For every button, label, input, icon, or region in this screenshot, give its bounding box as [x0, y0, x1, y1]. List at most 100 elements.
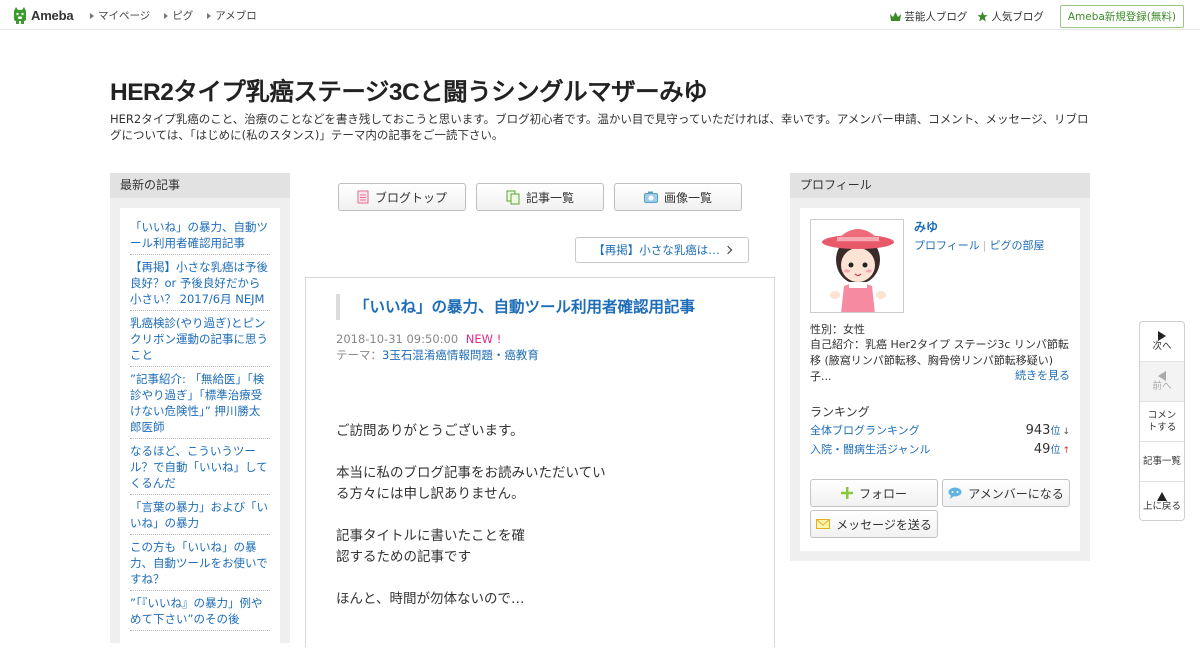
link-separator: | — [982, 239, 987, 252]
celebrity-blog-link[interactable]: 芸能人ブログ — [890, 9, 967, 24]
profile-gender: 性別：女性 — [810, 323, 865, 336]
profile-name[interactable]: みゆ — [914, 218, 938, 235]
copy-icon — [506, 190, 520, 204]
recent-post-link[interactable]: 「いいね」の暴力、自動ツール利用者確認用記事 — [130, 215, 270, 255]
ranking-label[interactable]: 入院・闘病生活ジャンル — [810, 441, 930, 457]
triangle-up-icon — [1157, 491, 1167, 501]
article-paragraph: 本当に私のブログ記事をお読みいただいている方々には申し訳ありません。 — [336, 465, 606, 502]
next-button[interactable]: 次へ — [1140, 322, 1184, 362]
recent-post-link[interactable]: なるほど、こういうツール？で自動「いいね」してくるんだ — [130, 439, 270, 495]
camera-icon — [643, 191, 658, 203]
previous-button[interactable]: 前へ — [1140, 362, 1184, 402]
amember-button[interactable]: アメンバーになる — [942, 479, 1070, 507]
blog-top-label: ブログトップ — [374, 190, 447, 205]
article-body: ご訪問ありがとうございます。 本当に私のブログ記事をお読みいただいている方々には… — [336, 421, 756, 631]
recent-posts-sidebar: 最新の記事 「いいね」の暴力、自動ツール利用者確認用記事 【再掲】小さな乳癌は予… — [110, 173, 290, 648]
pigg-room-link[interactable]: ピグの部屋 — [990, 239, 1045, 252]
amember-label: アメンバーになる — [968, 486, 1064, 501]
profile-link[interactable]: プロフィール — [914, 239, 980, 252]
previous-post-link[interactable]: 【再掲】小さな乳癌は… — [575, 237, 749, 263]
article-title[interactable]: 「いいね」の暴力、自動ツール利用者確認用記事 — [336, 294, 756, 320]
top-bar: Ameba マイページ ピグ アメブロ 芸能人ブログ 人気ブログ Ameba新規… — [0, 0, 1200, 30]
send-message-button[interactable]: メッセージを送る — [810, 510, 938, 538]
ranking-label[interactable]: 全体ブログランキング — [810, 422, 920, 438]
back-to-top-label: 上に戻る — [1142, 500, 1181, 512]
theme-link[interactable]: 3玉石混淆癌情報問題・癌教育 — [382, 348, 539, 362]
post-list-float-button[interactable]: 記事一覧 — [1140, 442, 1184, 482]
celebrity-blog-label: 芸能人ブログ — [904, 11, 968, 23]
nav-mypage[interactable]: マイページ — [90, 8, 150, 23]
register-button[interactable]: Ameba新規登録(無料) — [1059, 5, 1184, 28]
chevron-right-icon — [723, 245, 732, 255]
nav-ameblo[interactable]: アメブロ — [207, 8, 257, 23]
article-date: 2018-10-31 09:50:00 — [336, 332, 459, 346]
profile-box: みゆ プロフィール | ピグの部屋 性別：女性 自己紹介：乳癌 Her2タイプ ステ… — [800, 208, 1080, 551]
article-paragraph: ほんと、時間が勿体ないので… — [336, 591, 525, 607]
article-paragraph: ご訪問ありがとうございます。 — [336, 423, 524, 439]
nav-pigg[interactable]: ピグ — [164, 8, 193, 23]
back-to-top-button[interactable]: 上に戻る — [1140, 482, 1184, 522]
ranking-unit: 位 — [1050, 426, 1061, 437]
triangle-right-icon — [164, 12, 169, 19]
ameba-logo[interactable]: Ameba — [13, 6, 74, 24]
top-right-links: 芸能人ブログ 人気ブログ Ameba新規登録(無料) — [890, 5, 1184, 28]
post-list-button[interactable]: 記事一覧 — [476, 183, 604, 211]
ranking-unit: 位 — [1050, 445, 1061, 456]
logo-text: Ameba — [31, 7, 74, 23]
ranking-value-group: 943位 ↓ — [1026, 422, 1070, 438]
article: 「いいね」の暴力、自動ツール利用者確認用記事 2018-10-31 09:50:… — [305, 277, 775, 647]
nav-label: マイページ — [98, 10, 151, 22]
ameba-pig-icon — [14, 6, 26, 24]
recent-post-link[interactable]: 「言葉の暴力」および「いいね」の暴力 — [130, 495, 270, 535]
avatar[interactable] — [810, 219, 904, 313]
recent-post-link[interactable]: ”記事紹介: 「無給医」「検診やり過ぎ」「標準治療受けない危険性」” 押川勝太郎… — [130, 367, 270, 439]
blog-title[interactable]: HER2タイプ乳癌ステージ3Cと闘うシングルマザーみゆ — [110, 73, 708, 108]
ranking-value: 49 — [1033, 442, 1051, 457]
profile-heading: プロフィール — [790, 173, 1090, 198]
recent-post-link[interactable]: この方も「いいね」の暴力、自動ツールをお使いですね？ — [130, 535, 270, 591]
image-list-button[interactable]: 画像一覧 — [614, 183, 742, 211]
floating-nav: 次へ 前へ コメントする 記事一覧 上に戻る — [1139, 321, 1185, 521]
new-badge: NEW ! — [465, 332, 502, 346]
profile-sidebar: プロフィール みゆ プロフィール | ピグの部屋 性別：女性 自己紹介：乳癌 H… — [790, 173, 1090, 561]
play-right-icon — [1158, 330, 1166, 341]
ranking-value: 943 — [1025, 423, 1051, 438]
previous-label: 前へ — [1152, 380, 1172, 392]
follow-label: フォロー — [858, 486, 907, 501]
ranking-row: 全体ブログランキング 943位 ↓ — [810, 422, 1070, 438]
popular-blog-label: 人気ブログ — [991, 11, 1044, 23]
recent-post-link[interactable]: 【再掲】小さな乳癌は予後良好？or 予後良好だから小さい？ 2017/6月 NE… — [130, 255, 270, 311]
recent-post-link[interactable]: 乳癌検診(やり過ぎ)とピンクリボン運動の記事に思うこと — [130, 311, 270, 367]
comment-label: コメントする — [1147, 409, 1177, 433]
follow-button[interactable]: フォロー — [810, 479, 938, 507]
document-icon — [357, 190, 369, 204]
blog-top-button[interactable]: ブログトップ — [338, 183, 466, 211]
post-list-label: 記事一覧 — [525, 190, 574, 205]
previous-post-label: 【再掲】小さな乳癌は… — [593, 243, 720, 257]
ranking-heading: ランキング — [810, 405, 870, 419]
nav-label: アメブロ — [215, 10, 257, 22]
image-list-label: 画像一覧 — [663, 190, 712, 205]
triangle-right-icon — [90, 12, 94, 19]
popular-blog-link[interactable]: 人気ブログ — [977, 9, 1044, 24]
envelope-icon — [816, 519, 831, 529]
theme-prefix: テーマ： — [336, 348, 382, 362]
plus-icon — [840, 487, 853, 499]
recent-post-link[interactable]: ”「『いいね』の暴力」例やめて下さい”のその後 — [130, 591, 270, 631]
ranking-row: 入院・闘病生活ジャンル 49位 ↑ — [810, 441, 1070, 457]
profile-links: プロフィール | ピグの部屋 — [914, 237, 1045, 253]
article-meta: 2018-10-31 09:50:00 NEW ! テーマ：3玉石混淆癌情報問題… — [336, 331, 539, 363]
comment-button[interactable]: コメントする — [1140, 402, 1184, 442]
crown-icon — [890, 12, 902, 21]
star-icon — [977, 11, 988, 22]
next-label: 次へ — [1152, 340, 1172, 352]
send-message-label: メッセージを送る — [836, 517, 932, 532]
ranking-value-group: 49位 ↑ — [1034, 441, 1070, 457]
read-more-link[interactable]: 続きを見る — [1015, 367, 1070, 383]
avatar-illustration — [811, 220, 903, 312]
speech-bubble-icon — [948, 487, 962, 499]
play-left-icon — [1158, 370, 1166, 381]
arrow-up-icon: ↑ — [1062, 446, 1070, 456]
recent-posts-heading: 最新の記事 — [110, 173, 290, 198]
nav-label: ピグ — [172, 10, 194, 22]
